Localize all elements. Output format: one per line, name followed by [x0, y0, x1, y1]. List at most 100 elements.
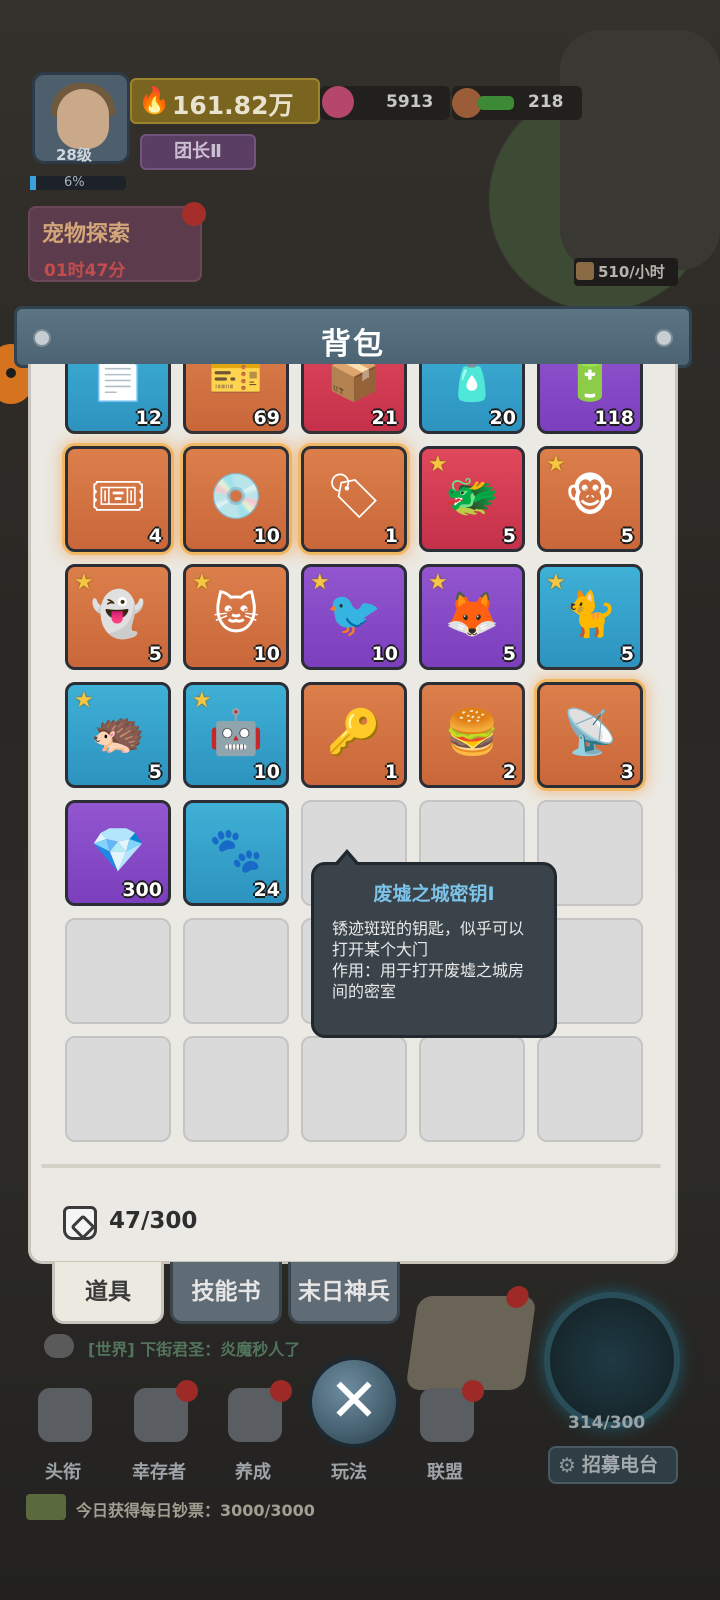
item-count: 1 [384, 525, 398, 547]
player-level: 28级 [56, 146, 92, 164]
backpack-body: 📄 12 🎫 69 📦 21 🧴 20 🔋 118 🎟 4 💿 10 🏷 1 ★ 🐲 5 ★ 🐵 5 ★ 👻 5 ★ 🐱 10 ★ 🐦 10… [28, 364, 678, 1264]
notification-dot [270, 1380, 292, 1402]
nav-label: 幸存者 [132, 1462, 186, 1483]
gem-counter[interactable]: 5913 [320, 86, 450, 120]
xp-percent: 6% [64, 175, 85, 190]
item-count: 69 [253, 407, 280, 429]
cream-cat-pet-icon: 🦊 [444, 589, 500, 640]
flame-icon: 🔥 [138, 86, 171, 116]
nav-label: 养成 [235, 1462, 271, 1483]
item-count: 5 [148, 761, 162, 783]
backpack-title: 背包 [321, 327, 385, 362]
item-count: 4 [148, 525, 162, 547]
hedgehog-pet-icon: 🦔 [90, 707, 146, 758]
item-slot[interactable]: 🍔 2 [419, 682, 525, 788]
item-count: 3 [620, 761, 634, 783]
bird-pet-icon: 🐦 [326, 589, 382, 640]
item-slot[interactable]: 📦 21 [301, 364, 407, 434]
nav-title[interactable]: 头衔 [18, 1380, 108, 1488]
item-slot[interactable]: 💿 10 [183, 446, 289, 552]
item-slot[interactable]: 🎟 4 [65, 446, 171, 552]
item-slot[interactable]: 💎 300 [65, 800, 171, 906]
item-slot[interactable]: 🔋 118 [537, 364, 643, 434]
production-rate-value: 510/小时 [598, 263, 665, 281]
item-slot[interactable]: ★ 🐱 10 [183, 564, 289, 670]
background-road [560, 30, 720, 270]
ticket-icon: 🎫 [208, 364, 264, 404]
item-count: 10 [371, 643, 398, 665]
pet-ticket-icon: 🎟 [90, 471, 146, 522]
production-rate[interactable]: 510/小时 [574, 258, 678, 286]
avatar-face [57, 89, 109, 149]
tooltip-description: 锈迹斑斑的钥匙，似乎可以打开某个大门 [332, 919, 525, 959]
bag-icon [63, 1206, 97, 1240]
food-counter[interactable]: 218 [452, 86, 582, 120]
item-slot[interactable]: ★ 🐈 5 [537, 564, 643, 670]
nav-label: 头衔 [45, 1462, 81, 1483]
notification-dot [462, 1380, 484, 1402]
white-cat-pet-icon: 🐈 [562, 589, 618, 640]
backpack-panel: 背包 📄 12 🎫 69 📦 21 🧴 20 🔋 118 🎟 4 💿 10 🏷 1 ★ 🐲 5 ★ 🐵 5 ★ 👻 5 ★ 🐱 10 ★… [14, 306, 692, 1266]
combat-power-value: 161.82万 [172, 91, 294, 120]
empty-slot[interactable] [301, 1036, 407, 1142]
item-slot[interactable]: ★ 🤖 10 [183, 682, 289, 788]
nav-develop[interactable]: 养成 [208, 1380, 298, 1488]
shield-star-icon [38, 1388, 92, 1442]
tab-doomsday-weapons[interactable]: 末日神兵 [288, 1262, 400, 1324]
empty-slot[interactable] [65, 918, 171, 1024]
item-count: 5 [502, 643, 516, 665]
nav-label: 玩法 [331, 1462, 367, 1483]
item-count: 20 [489, 407, 516, 429]
item-slot[interactable]: 📄 12 [65, 364, 171, 434]
item-count: 2 [502, 761, 516, 783]
chat-bubble-icon [44, 1334, 74, 1358]
item-slot[interactable]: 🧴 20 [419, 364, 525, 434]
close-button[interactable]: ✕ [308, 1356, 400, 1448]
tab-items[interactable]: 道具 [52, 1262, 164, 1324]
item-slot[interactable]: 🔑 1 [301, 682, 407, 788]
cash-icon [26, 1494, 66, 1520]
combat-power[interactable]: 🔥 161.82万 [130, 78, 320, 124]
item-count: 10 [253, 525, 280, 547]
empty-slot[interactable] [183, 918, 289, 1024]
nav-survivors[interactable]: 幸存者 [114, 1380, 204, 1488]
sprout-robot-pet-icon: 🤖 [208, 707, 264, 758]
item-slot[interactable]: ★ 🦊 5 [419, 564, 525, 670]
divider [41, 1164, 661, 1168]
empty-slot[interactable] [537, 1036, 643, 1142]
item-count: 300 [122, 879, 162, 901]
daily-cash-text: 今日获得每日钞票：3000/3000 [76, 1501, 315, 1520]
notification-dot [182, 202, 206, 226]
nav-alliance[interactable]: 联盟 [400, 1380, 490, 1488]
item-slot[interactable]: 📡 3 [537, 682, 643, 788]
empty-slot[interactable] [419, 1036, 525, 1142]
item-count: 24 [253, 879, 280, 901]
item-slot[interactable]: ★ 🐦 10 [301, 564, 407, 670]
daily-cash: 今日获得每日钞票：3000/3000 [26, 1494, 386, 1522]
disc-icon: 💿 [208, 471, 264, 522]
empty-slot[interactable] [183, 1036, 289, 1142]
monkey-pet-icon: 🐵 [564, 471, 616, 522]
item-slot[interactable]: ★ 🦔 5 [65, 682, 171, 788]
tooltip-usage: 作用：用于打开废墟之城房间的密室 [332, 961, 525, 1001]
item-count: 10 [253, 643, 280, 665]
item-slot[interactable]: 🐾 24 [183, 800, 289, 906]
gem-icon [322, 86, 354, 118]
item-slot[interactable]: ★ 🐵 5 [537, 446, 643, 552]
item-slot[interactable]: ★ 👻 5 [65, 564, 171, 670]
item-slot[interactable]: 🏷 1 [301, 446, 407, 552]
item-count: 10 [253, 761, 280, 783]
item-slot[interactable]: 🎫 69 [183, 364, 289, 434]
tooltip-item-name: 废墟之城密钥Ⅰ [373, 883, 495, 905]
burger-icon: 🍔 [444, 707, 500, 758]
pet-explore-title: 宠物探索 [42, 222, 131, 247]
gem-value: 5913 [386, 92, 434, 112]
crate-icon [576, 262, 594, 280]
empty-slot[interactable] [65, 1036, 171, 1142]
battery-icon: 🔋 [562, 364, 618, 404]
pet-explore-button[interactable]: 宠物探索 01时47分 [28, 202, 206, 282]
tab-skill-books[interactable]: 技能书 [170, 1262, 282, 1324]
item-slot[interactable]: ★ 🐲 5 [419, 446, 525, 552]
rank-badge[interactable]: 团长Ⅱ [140, 134, 256, 170]
item-count: 1 [384, 761, 398, 783]
